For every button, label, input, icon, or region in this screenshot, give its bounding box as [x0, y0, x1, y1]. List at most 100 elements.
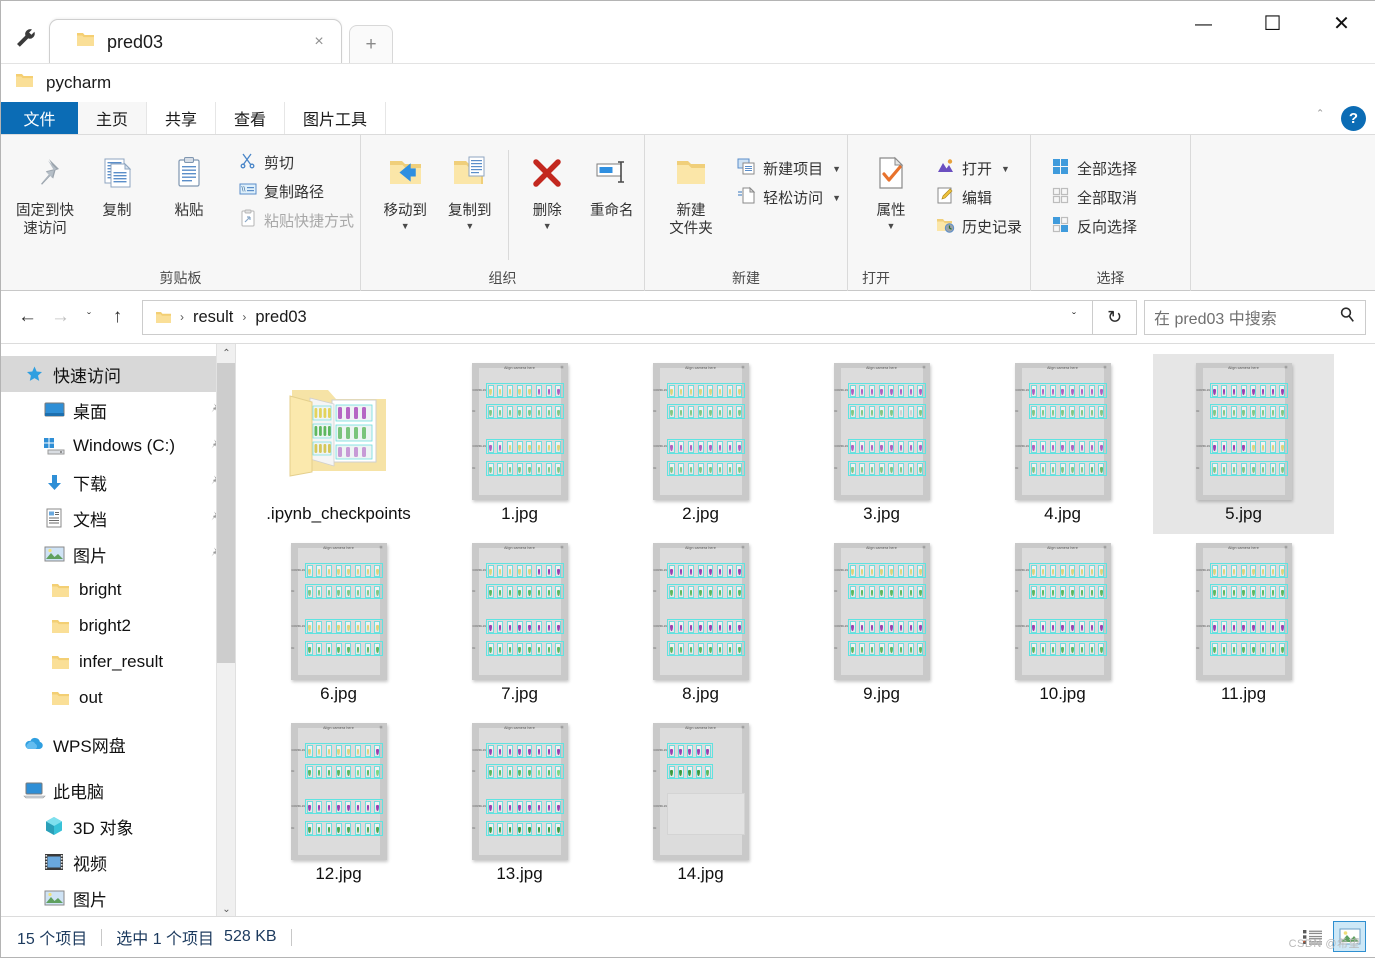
copy-path-button[interactable]: \\ 复制路径 — [233, 179, 360, 204]
delete-button[interactable]: 删除 ▼ — [515, 144, 580, 231]
file-item-8-jpg[interactable]: Align camera here ▦ COVID-19 IC COVID-19… — [610, 534, 791, 714]
minimize-button[interactable]: — — [1169, 1, 1238, 46]
close-button[interactable]: ✕ — [1307, 1, 1375, 46]
tab-home[interactable]: 主页 — [78, 102, 148, 134]
collapse-ribbon-icon[interactable]: ＾ — [1305, 108, 1335, 128]
browser-tab-pred03[interactable]: pred03 × — [49, 19, 342, 64]
breadcrumb-item-result[interactable]: result — [188, 308, 238, 327]
file-item-5-jpg[interactable]: Align camera here ▦ COVID-19 IC COVID-19… — [1153, 354, 1334, 534]
pictures-icon — [39, 546, 69, 563]
file-list-view[interactable]: .ipynb_checkpoints Align camera here ▦ C… — [235, 344, 1375, 919]
file-item-1-jpg[interactable]: Align camera here ▦ COVID-19 IC COVID-19… — [429, 354, 610, 534]
cut-button[interactable]: 剪切 — [233, 150, 360, 175]
chevron-down-icon[interactable]: ▼ — [401, 221, 410, 231]
sidebar-item-documents[interactable]: 文档 — [1, 500, 235, 536]
file-item-9-jpg[interactable]: Align camera here ▦ COVID-19 IC COVID-19… — [791, 534, 972, 714]
copy-button[interactable]: 复制 — [81, 144, 153, 221]
pin-to-quick-access-button[interactable]: 固定到快 速访问 — [9, 144, 81, 238]
chevron-down-icon[interactable]: ▼ — [887, 221, 896, 231]
help-icon[interactable]: ? — [1341, 105, 1366, 131]
thumbnail-corner-mark: ▦ — [1284, 545, 1288, 549]
new-item-button[interactable]: 新建项目 ▼ — [731, 156, 847, 181]
chevron-down-icon[interactable]: ▼ — [465, 221, 474, 231]
tab-file[interactable]: 文件 — [1, 102, 78, 134]
file-item-12-jpg[interactable]: Align camera here ▦ COVID-19 IC COVID-19… — [248, 714, 429, 894]
paste-shortcut-button[interactable]: 粘贴快捷方式 — [233, 208, 360, 233]
file-item-11-jpg[interactable]: Align camera here ▦ COVID-19 IC COVID-19… — [1153, 534, 1334, 714]
copy-to-button[interactable]: 复制到 ▼ — [438, 144, 503, 231]
file-name: 5.jpg — [1225, 504, 1262, 523]
chevron-down-icon[interactable]: ▼ — [832, 164, 841, 174]
thumbnail-row-label: IC — [653, 769, 657, 773]
window-controls: — ☐ ✕ — [1169, 1, 1375, 46]
search-box[interactable]: 在 pred03 中搜索 — [1144, 299, 1366, 335]
scroll-up-icon[interactable]: ⌃ — [217, 344, 235, 363]
sidebar-item-3d-objects[interactable]: 3D 对象 — [1, 808, 235, 844]
sidebar-item-desktop[interactable]: 桌面 — [1, 392, 235, 428]
up-button[interactable]: ↑ — [101, 300, 134, 334]
thumbnail: Align camera here ▦ COVID-19 IC COVID-19… — [471, 719, 568, 864]
recent-locations-button[interactable]: ˇ — [77, 300, 101, 334]
sidebar-item-pictures-2[interactable]: 图片 — [1, 880, 235, 916]
maximize-button[interactable]: ☐ — [1238, 1, 1307, 46]
move-to-button[interactable]: 移动到 ▼ — [373, 144, 438, 231]
paste-button[interactable]: 粘贴 — [153, 144, 225, 221]
chevron-down-icon[interactable]: ˇ — [1062, 310, 1086, 324]
thumbnail-row-label: COVID-19 — [472, 804, 486, 808]
file-item-4-jpg[interactable]: Align camera here ▦ COVID-19 IC COVID-19… — [972, 354, 1153, 534]
sidebar-item-videos[interactable]: 视频 — [1, 844, 235, 880]
file-item-14-jpg[interactable]: Align camera here ▦ COVID-19 IC COVID-19… — [610, 714, 791, 894]
chevron-down-icon[interactable]: ▼ — [1001, 164, 1010, 174]
invert-selection-button[interactable]: 反向选择 — [1045, 214, 1143, 239]
view-mode-buttons — [1296, 921, 1366, 952]
forward-button[interactable]: → — [44, 300, 77, 334]
open-button[interactable]: 打开 ▼ — [930, 156, 1028, 181]
breadcrumb[interactable]: › result › pred03 ˇ — [142, 299, 1093, 335]
chevron-down-icon[interactable]: ▼ — [543, 221, 552, 231]
sidebar-scrollbar[interactable]: ⌃ ⌄ — [216, 344, 235, 919]
search-input[interactable]: 在 pred03 中搜索 — [1154, 305, 1339, 329]
file-item-3-jpg[interactable]: Align camera here ▦ COVID-19 IC COVID-19… — [791, 354, 972, 534]
breadcrumb-item-pred03[interactable]: pred03 — [250, 308, 311, 327]
sidebar-item-bright2[interactable]: bright2 — [1, 608, 235, 644]
image-thumbnail: Align camera here ▦ COVID-19 IC COVID-19… — [833, 363, 930, 500]
easy-access-button[interactable]: 轻松访问 ▼ — [731, 185, 847, 210]
select-all-button[interactable]: 全部选择 — [1045, 156, 1143, 181]
scrollbar-thumb[interactable] — [217, 363, 235, 663]
details-view-button[interactable] — [1296, 921, 1329, 952]
file-item-10-jpg[interactable]: Align camera here ▦ COVID-19 IC COVID-19… — [972, 534, 1153, 714]
properties-button[interactable]: 属性 ▼ — [854, 144, 928, 231]
back-button[interactable]: ← — [11, 300, 44, 334]
sidebar-item-this-pc[interactable]: 此电脑 — [1, 772, 235, 808]
tab-picture-tools[interactable]: 图片工具 — [285, 102, 387, 134]
sidebar-item-infer-result[interactable]: infer_result — [1, 644, 235, 680]
history-label: 历史记录 — [962, 219, 1023, 236]
chevron-down-icon[interactable]: ▼ — [832, 193, 841, 203]
sidebar-item-pictures[interactable]: 图片 — [1, 536, 235, 572]
file-item-13-jpg[interactable]: Align camera here ▦ COVID-19 IC COVID-19… — [429, 714, 610, 894]
file-item-7-jpg[interactable]: Align camera here ▦ COVID-19 IC COVID-19… — [429, 534, 610, 714]
tab-share[interactable]: 共享 — [147, 102, 217, 134]
sidebar-item-label: Windows (C:) — [73, 436, 176, 455]
sidebar-item-bright[interactable]: bright — [1, 572, 235, 608]
select-none-button[interactable]: 全部取消 — [1045, 185, 1143, 210]
new-folder-button[interactable]: 新建 文件夹 — [655, 144, 727, 238]
rename-button[interactable]: 重命名 — [579, 144, 644, 221]
edit-button[interactable]: 编辑 — [930, 185, 1028, 210]
large-icons-view-button[interactable] — [1333, 921, 1366, 952]
file-item-2-jpg[interactable]: Align camera here ▦ COVID-19 IC COVID-19… — [610, 354, 791, 534]
sidebar-item-wps-cloud[interactable]: WPS网盘 — [1, 726, 235, 762]
new-tab-button[interactable]: + — [349, 25, 393, 63]
close-icon[interactable]: × — [307, 30, 331, 54]
file-item-ipynb-checkpoints[interactable]: .ipynb_checkpoints — [248, 354, 429, 534]
quick-access-toolbar-wrench-icon[interactable] — [9, 23, 43, 53]
file-item-6-jpg[interactable]: Align camera here ▦ COVID-19 IC COVID-19… — [248, 534, 429, 714]
refresh-button[interactable]: ↻ — [1093, 299, 1137, 335]
sidebar-item-windows-c[interactable]: Windows (C:) — [1, 428, 235, 464]
sidebar-item-downloads[interactable]: 下载 — [1, 464, 235, 500]
sidebar-item-out[interactable]: out — [1, 680, 235, 716]
history-button[interactable]: 历史记录 — [930, 214, 1028, 239]
magnifier-icon[interactable] — [1339, 306, 1356, 328]
sidebar-item-quick-access[interactable]: 快速访问 — [1, 356, 235, 392]
tab-view[interactable]: 查看 — [216, 102, 286, 134]
